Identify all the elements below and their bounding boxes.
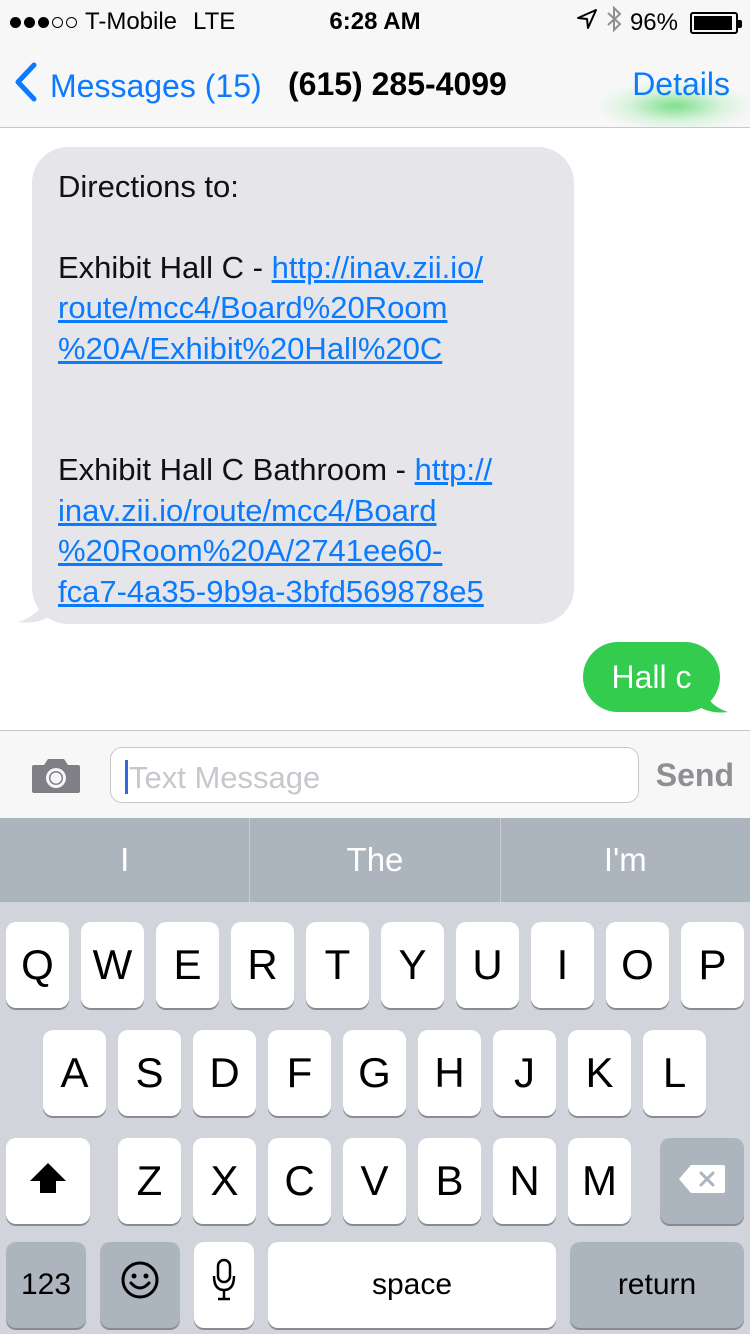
delete-icon	[677, 1157, 727, 1205]
shift-key[interactable]	[6, 1138, 90, 1224]
key-x[interactable]: X	[193, 1138, 256, 1224]
dictation-key[interactable]	[194, 1242, 254, 1328]
key-b[interactable]: B	[418, 1138, 481, 1224]
key-n[interactable]: N	[493, 1138, 556, 1224]
outgoing-message-bubble: Hall c	[583, 642, 720, 712]
status-bar: T-Mobile LTE 6:28 AM 96%	[0, 0, 750, 40]
message-text: Exhibit Hall C Bathroom - http://inav.zi…	[58, 450, 548, 612]
details-button[interactable]: Details	[632, 66, 730, 103]
key-a[interactable]: A	[43, 1030, 106, 1116]
key-z[interactable]: Z	[118, 1138, 181, 1224]
back-button[interactable]: Messages (15)	[14, 62, 262, 110]
message-input-bar: Text Message Send	[0, 730, 750, 818]
suggestion-item[interactable]: I	[0, 818, 251, 902]
key-q[interactable]: Q	[6, 922, 69, 1008]
incoming-message-bubble: Directions to: Exhibit Hall C - http://i…	[32, 147, 574, 624]
key-f[interactable]: F	[268, 1030, 331, 1116]
space-key[interactable]: space	[268, 1242, 556, 1328]
key-d[interactable]: D	[193, 1030, 256, 1116]
suggestion-item[interactable]: I'm	[501, 818, 750, 902]
chevron-left-icon	[14, 62, 50, 110]
key-u[interactable]: U	[456, 922, 519, 1008]
key-h[interactable]: H	[418, 1030, 481, 1116]
emoji-key[interactable]	[100, 1242, 180, 1328]
key-j[interactable]: J	[493, 1030, 556, 1116]
key-o[interactable]: O	[606, 922, 669, 1008]
key-g[interactable]: G	[343, 1030, 406, 1116]
message-text-input[interactable]: Text Message	[110, 747, 639, 803]
key-i[interactable]: I	[531, 922, 594, 1008]
location-arrow-icon	[576, 8, 598, 37]
key-r[interactable]: R	[231, 922, 294, 1008]
key-t[interactable]: T	[306, 922, 369, 1008]
keyboard: Q W E R T Y U I O P A S D F G H J K L Z …	[0, 902, 750, 1334]
back-label: Messages (15)	[50, 67, 262, 104]
return-key[interactable]: return	[570, 1242, 744, 1328]
text-caret	[125, 760, 128, 794]
message-text: Exhibit Hall C - http://inav.zii.io/rout…	[58, 248, 548, 370]
key-c[interactable]: C	[268, 1138, 331, 1224]
bluetooth-icon	[606, 5, 622, 39]
shift-icon	[28, 1157, 68, 1205]
suggestion-item[interactable]: The	[250, 818, 501, 902]
battery-percent: 96%	[629, 8, 678, 36]
key-k[interactable]: K	[568, 1030, 631, 1116]
microphone-icon	[211, 1258, 237, 1312]
battery-icon	[690, 11, 742, 34]
message-text: Directions to:	[58, 169, 239, 204]
status-right: 96%	[576, 5, 742, 39]
navigation-bar: Messages (15) (615) 285-4099 Details	[0, 40, 750, 128]
key-w[interactable]: W	[81, 922, 144, 1008]
key-s[interactable]: S	[118, 1030, 181, 1116]
input-placeholder: Text Message	[129, 760, 321, 795]
send-button[interactable]: Send	[656, 757, 734, 794]
quicktype-suggestions: I The I'm	[0, 818, 750, 902]
key-m[interactable]: M	[568, 1138, 631, 1224]
key-e[interactable]: E	[156, 922, 219, 1008]
emoji-icon	[120, 1260, 160, 1310]
camera-icon[interactable]	[30, 755, 82, 800]
key-l[interactable]: L	[643, 1030, 706, 1116]
conversation-title: (615) 285-4099	[288, 66, 507, 102]
numbers-key[interactable]: 123	[6, 1242, 86, 1328]
key-v[interactable]: V	[343, 1138, 406, 1224]
message-text: Exhibit Hall C Bathroom -	[58, 452, 415, 487]
key-p[interactable]: P	[681, 922, 744, 1008]
key-y[interactable]: Y	[381, 922, 444, 1008]
message-text: Exhibit Hall C -	[58, 249, 272, 285]
delete-key[interactable]	[660, 1138, 744, 1224]
